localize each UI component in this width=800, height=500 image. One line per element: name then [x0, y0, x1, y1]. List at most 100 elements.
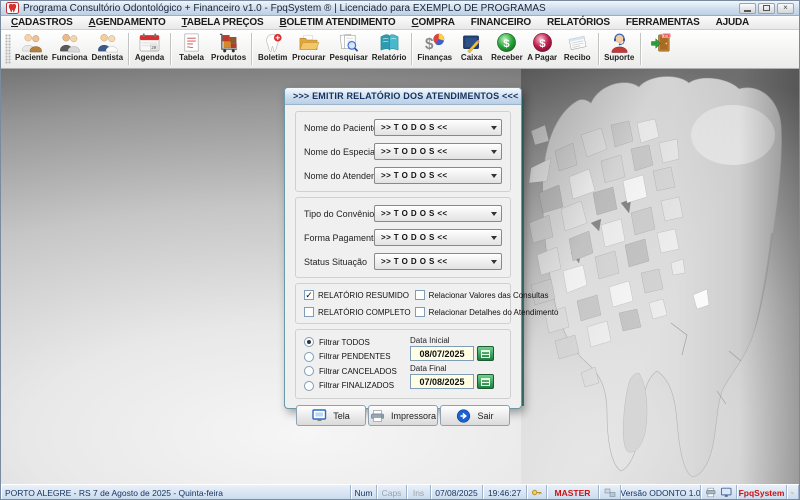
- radio-filtrar-cancelados[interactable]: Filtrar CANCELADOS: [304, 365, 410, 377]
- toolbar-button-agenda[interactable]: 29 Agenda: [132, 30, 167, 68]
- date-final-calendar-button[interactable]: [477, 374, 494, 389]
- toolbar-button-boletim[interactable]: Boletim: [255, 30, 290, 68]
- status-network-panel: [599, 485, 621, 500]
- toolbar: Paciente Funciona Dentista: [1, 30, 799, 69]
- exit-arrow-icon: [456, 409, 471, 423]
- svg-text:$: $: [539, 38, 546, 50]
- status-num-lock: Num: [351, 485, 377, 500]
- svg-text:29: 29: [151, 45, 156, 50]
- status-brand: FpqSystem: [737, 485, 787, 500]
- toolbar-label: Procurar: [292, 53, 325, 63]
- toolbar-button-relatorio[interactable]: Relatório: [370, 30, 409, 68]
- checkbox-relatorio-completo[interactable]: RELATÓRIO COMPLETO: [304, 307, 411, 317]
- toolbar-button-procurar[interactable]: Procurar: [290, 30, 327, 68]
- tela-button[interactable]: Tela: [296, 405, 366, 426]
- field-label: Nome do Especialista: [304, 147, 374, 157]
- checkbox-relatorio-resumido[interactable]: ✓ RELATÓRIO RESUMIDO: [304, 290, 411, 300]
- impressora-button[interactable]: Impressora: [368, 405, 438, 426]
- toolbar-separator: [170, 33, 171, 65]
- minimize-icon: [744, 10, 751, 12]
- field-row: Nome do Paciente >> T O D O S <<: [304, 119, 502, 136]
- price-table-icon: [180, 32, 203, 53]
- toolbar-button-tabela[interactable]: Tabela: [174, 30, 209, 68]
- toolbar-button-recibo[interactable]: Recibo: [560, 30, 595, 68]
- products-cart-icon: [217, 32, 240, 53]
- checkbox-unchecked-icon: [415, 307, 425, 317]
- sair-button[interactable]: Sair: [440, 405, 510, 426]
- checkbox-unchecked-icon: [415, 290, 425, 300]
- date-initial-input[interactable]: 08/07/2025: [410, 346, 474, 361]
- minimize-button[interactable]: [739, 3, 756, 14]
- dialog-body: Nome do Paciente >> T O D O S << Nome do…: [285, 105, 521, 433]
- maximize-icon: [763, 5, 770, 11]
- toolbar-grip: [5, 34, 11, 64]
- status-location: PORTO ALEGRE - RS 7 de Agosto de 2025 - …: [1, 485, 351, 500]
- toolbar-button-caixa[interactable]: Caixa: [454, 30, 489, 68]
- application-window: Programa Consultório Odontológico + Fina…: [0, 0, 800, 500]
- field-row: Status Situação >> T O D O S <<: [304, 253, 502, 270]
- toolbar-label: A Pagar: [527, 53, 557, 63]
- combo-forma-pagamento[interactable]: >> T O D O S <<: [374, 229, 502, 246]
- network-icon: [604, 488, 616, 498]
- radio-filtrar-pendentes[interactable]: Filtrar PENDENTES: [304, 351, 410, 363]
- menu-item-compra[interactable]: COMPRA: [404, 17, 463, 28]
- radio-selected-icon: [304, 337, 314, 347]
- toolbar-button-receber[interactable]: $ Receber: [489, 30, 525, 68]
- receive-money-icon: $: [495, 32, 518, 53]
- field-row: Forma Pagamento >> T O D O S <<: [304, 229, 502, 246]
- status-version: Versão ODONTO 1.0: [621, 485, 701, 500]
- combo-status-situacao[interactable]: >> T O D O S <<: [374, 253, 502, 270]
- date-final-input[interactable]: 07/08/2025: [410, 374, 474, 389]
- menu-item-cadastros[interactable]: CADASTROS: [3, 17, 81, 28]
- close-button[interactable]: ×: [777, 3, 794, 14]
- toolbar-button-produtos[interactable]: Produtos: [209, 30, 248, 68]
- toolbar-label: Agenda: [135, 53, 164, 63]
- menu-item-boletim-atendimento[interactable]: BOLETIM ATENDIMENTO: [271, 17, 403, 28]
- menu-item-ajuda[interactable]: AJUDA: [708, 17, 757, 28]
- chevron-down-icon: [491, 212, 497, 216]
- toolbar-button-a-pagar[interactable]: $ A Pagar: [525, 30, 560, 68]
- combo-nome-do-atendente[interactable]: >> T O D O S <<: [374, 167, 502, 184]
- field-row: Nome do Atendente >> T O D O S <<: [304, 167, 502, 184]
- key-icon: [531, 487, 542, 498]
- field-row: Tipo do Convênio >> T O D O S <<: [304, 205, 502, 222]
- menu-item-ferramentas[interactable]: FERRAMENTAS: [618, 17, 708, 28]
- menu-item-financeiro[interactable]: FINANCEIRO: [463, 17, 539, 28]
- toolbar-button-dentista[interactable]: Dentista: [89, 30, 125, 68]
- radio-filtrar-todos[interactable]: Filtrar TODOS: [304, 336, 410, 348]
- combo-tipo-do-convenio[interactable]: >> T O D O S <<: [374, 205, 502, 222]
- maximize-button[interactable]: [758, 3, 775, 14]
- checkbox-unchecked-icon: [304, 307, 314, 317]
- toolbar-label: Relatório: [372, 53, 407, 63]
- toolbar-button-pesquisar[interactable]: Pesquisar: [328, 30, 370, 68]
- chevron-down-icon: [491, 150, 497, 154]
- combo-nome-do-especialista[interactable]: >> T O D O S <<: [374, 143, 502, 160]
- checkbox-relacionar-detalhes[interactable]: Relacionar Detalhes do Atendimento: [415, 307, 559, 317]
- folder-search-icon: [297, 32, 320, 53]
- patients-icon: [20, 32, 43, 53]
- field-label: Status Situação: [304, 257, 374, 267]
- menu-item-agendamento[interactable]: AGENDAMENTO: [81, 17, 174, 28]
- radio-filtrar-finalizados[interactable]: Filtrar FINALIZADOS: [304, 380, 410, 392]
- window-title: Programa Consultório Odontológico + Fina…: [23, 3, 739, 14]
- groupbox-names: Nome do Paciente >> T O D O S << Nome do…: [295, 111, 511, 192]
- date-initial-calendar-button[interactable]: [477, 346, 494, 361]
- toolbar-button-financas[interactable]: $ Finanças: [415, 30, 454, 68]
- toolbar-button-funcionario[interactable]: Funciona: [50, 30, 90, 68]
- chevron-down-icon: [491, 236, 497, 240]
- status-caps-lock: Caps: [377, 485, 407, 500]
- toolbar-button-sair[interactable]: EXIT: [644, 30, 679, 68]
- toolbar-button-paciente[interactable]: Paciente: [13, 30, 50, 68]
- toolbar-label: Pesquisar: [330, 53, 368, 63]
- checkbox-relacionar-valores[interactable]: Relacionar Valores das Consultas: [415, 290, 559, 300]
- staff-icon: [58, 32, 81, 53]
- toolbar-label: Receber: [491, 53, 523, 63]
- status-key2-panel: [787, 485, 799, 500]
- tooth-cross-icon: [261, 32, 284, 53]
- menu-item-tabela-precos[interactable]: TABELA PREÇOS: [174, 17, 272, 28]
- toolbar-separator: [128, 33, 129, 65]
- combo-nome-do-paciente[interactable]: >> T O D O S <<: [374, 119, 502, 136]
- menu-item-relatorios[interactable]: RELATÓRIOS: [539, 17, 618, 28]
- toolbar-button-suporte[interactable]: Suporte: [602, 30, 637, 68]
- support-icon: [608, 32, 631, 53]
